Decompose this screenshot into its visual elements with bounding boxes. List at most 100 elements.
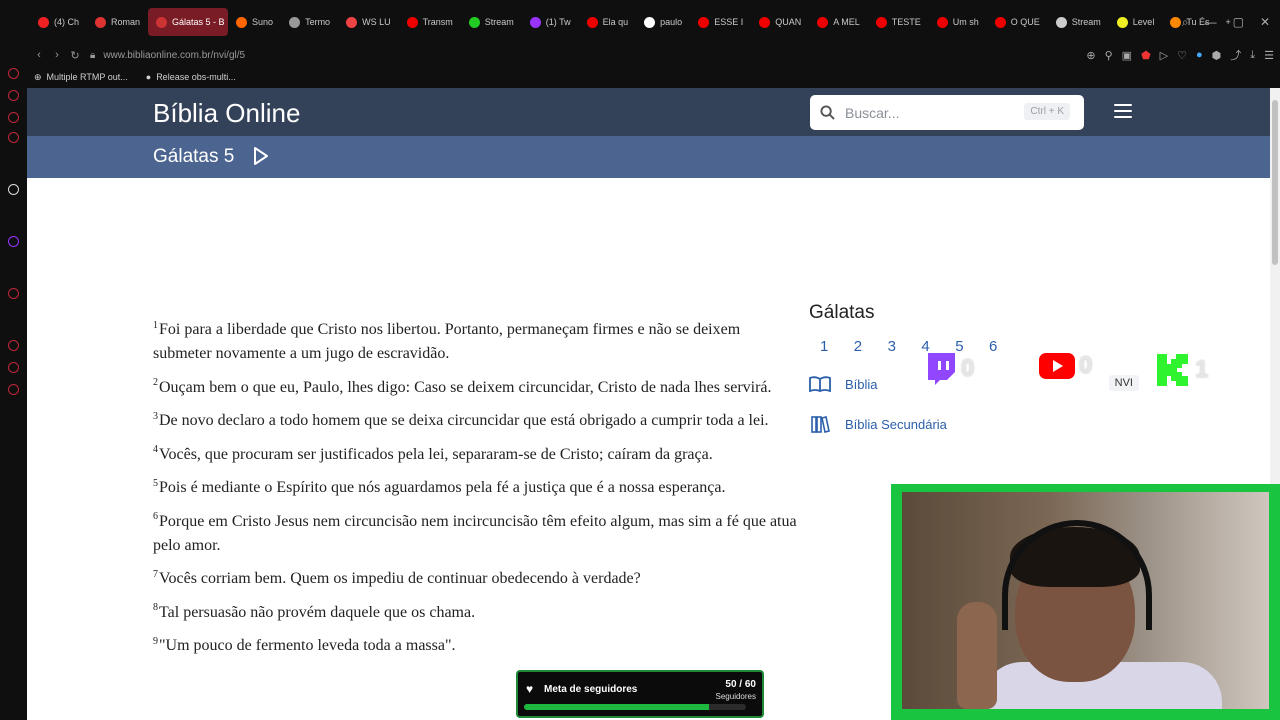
verse-number: 3 <box>153 410 158 422</box>
app-icon[interactable] <box>8 132 19 143</box>
chapter-link[interactable]: 1 <box>809 338 843 355</box>
browser-tab[interactable]: O QUE <box>987 8 1048 36</box>
webcam-frame <box>891 484 1280 720</box>
app-icon[interactable] <box>8 90 19 101</box>
browser-sidebar <box>0 66 27 720</box>
app-icon[interactable] <box>8 340 19 351</box>
browser-tab[interactable]: Stream <box>461 8 522 36</box>
verse[interactable]: 7Vocês corriam bem. Quem os impediu de c… <box>153 567 798 591</box>
search-input[interactable]: Buscar... Ctrl + K <box>810 95 1084 130</box>
browser-tab[interactable]: TESTE <box>868 8 929 36</box>
favicon-icon <box>95 16 107 28</box>
verse-number: 8 <box>153 602 158 614</box>
tab-label: Level <box>1132 17 1155 27</box>
favicon-icon <box>468 16 480 28</box>
play-audio-icon[interactable] <box>252 146 270 166</box>
pin-icon[interactable]: ⚲ <box>1105 49 1113 62</box>
browser-navbar: ‹ › ↻ 🔒︎ www.bibliaonline.com.br/nvi/gl/… <box>0 44 1280 66</box>
verse[interactable]: 8Tal persuasão não provém daquele que os… <box>153 601 798 625</box>
download-icon[interactable]: ⤓ <box>1250 49 1255 62</box>
verse[interactable]: 3De novo declaro a todo homem que se dei… <box>153 409 798 433</box>
secondary-bible-link[interactable]: Bíblia Secundária <box>809 413 1139 435</box>
extensions-icon[interactable]: ⬢ <box>1212 49 1222 62</box>
close-icon[interactable]: ✕ <box>1260 15 1270 29</box>
minimize-icon[interactable]: — <box>1205 15 1217 29</box>
browser-tab[interactable]: A MEL <box>809 8 868 36</box>
favicon-icon <box>156 16 168 28</box>
tab-label: WS LU <box>362 17 391 27</box>
back-icon[interactable]: ‹ <box>30 49 48 61</box>
app-icon[interactable] <box>8 184 19 195</box>
tab-label: (4) Ch <box>54 17 80 27</box>
heart-icon[interactable]: ♡ <box>1177 49 1187 62</box>
vpn-icon[interactable]: ● <box>1196 49 1203 61</box>
browser-tab[interactable]: Suno <box>228 8 281 36</box>
verse-number: 7 <box>153 568 158 580</box>
search-shortcut: Ctrl + K <box>1024 103 1070 120</box>
settings-icon[interactable] <box>8 384 19 395</box>
browser-tab[interactable]: Roman <box>87 8 148 36</box>
favicon-icon <box>236 16 248 28</box>
bookmark-item[interactable]: ● Release obs-multi... <box>146 72 236 82</box>
goal-progress-bar <box>524 704 746 710</box>
browser-tab[interactable]: Termo <box>281 8 338 36</box>
verse[interactable]: 1Foi para a liberdade que Cristo nos lib… <box>153 318 798 366</box>
browser-tab-bar: (4) Ch Roman Gálatas 5 - B Suno Termo WS LU Tr… <box>0 0 1280 44</box>
forward-icon[interactable]: › <box>48 49 66 61</box>
favicon-icon <box>759 16 771 28</box>
messenger-icon[interactable] <box>8 68 19 79</box>
tab-label: TESTE <box>891 17 921 27</box>
browser-tab[interactable]: Um sh <box>929 8 987 36</box>
browser-tab[interactable]: QUAN <box>751 8 809 36</box>
share-icon[interactable]: ⤴ <box>1230 47 1241 63</box>
verse-text: Porque em Cristo Jesus nem circuncisão n… <box>153 512 797 554</box>
browser-tab[interactable]: paulo <box>636 8 690 36</box>
browser-tab[interactable]: (4) Ch <box>30 8 87 36</box>
shield-icon[interactable]: ⬟ <box>1141 49 1151 62</box>
reload-icon[interactable]: ↻ <box>66 49 84 62</box>
scrollbar-thumb[interactable] <box>1272 100 1278 265</box>
snapshot-icon[interactable]: ▣ <box>1122 49 1132 62</box>
player-icon[interactable]: ▷ <box>1160 49 1168 62</box>
app-icon[interactable] <box>8 288 19 299</box>
verse-text: Foi para a liberdade que Cristo nos libe… <box>153 321 741 362</box>
browser-tab[interactable]: (1) Tw <box>522 8 579 36</box>
favicon-icon <box>644 16 656 28</box>
app-icon[interactable] <box>8 112 19 123</box>
tab-label: Roman <box>111 17 141 27</box>
goal-count: 50 / 60 <box>725 679 756 690</box>
verse[interactable]: 2Ouçam bem o que eu, Paulo, lhes digo: C… <box>153 376 798 400</box>
hamburger-menu-icon[interactable] <box>1114 104 1132 118</box>
kick-counter: 1 <box>1155 352 1208 388</box>
verse-number: 9 <box>153 635 158 647</box>
chapter-link[interactable]: 2 <box>843 338 877 355</box>
browser-tab[interactable]: Ela qu <box>579 8 637 36</box>
verse[interactable]: 6Porque em Cristo Jesus nem circuncisão … <box>153 510 798 558</box>
verse[interactable]: 4Vocês, que procuram ser justificados pe… <box>153 443 798 467</box>
verse-number: 6 <box>153 511 158 523</box>
favicon-icon <box>289 16 301 28</box>
address-bar[interactable]: 🔒︎ www.bibliaonline.com.br/nvi/gl/5 <box>90 50 245 61</box>
verse[interactable]: 5Pois é mediante o Espírito que nós agua… <box>153 476 798 500</box>
browser-tab[interactable]: Stream <box>1048 8 1109 36</box>
book-title: Gálatas <box>809 302 875 323</box>
site-title[interactable]: Bíblia Online <box>153 98 300 129</box>
search-tabs-icon[interactable]: ⌕ <box>1182 15 1189 30</box>
menu-icon[interactable]: ☰ <box>1264 49 1274 62</box>
verse[interactable]: 9"Um pouco de fermento leveda toda a mas… <box>153 634 798 658</box>
tab-label: Stream <box>484 17 514 27</box>
browser-tab[interactable]: Transm <box>399 8 461 36</box>
twitch-icon[interactable] <box>8 236 19 247</box>
browser-tab[interactable]: Level <box>1109 8 1163 36</box>
app-icon[interactable] <box>8 362 19 373</box>
zoom-icon[interactable]: ⊕ <box>1086 49 1095 62</box>
twitch-icon <box>928 353 955 385</box>
bookmark-item[interactable]: ⊕ Multiple RTMP out... <box>34 72 128 83</box>
verse-number: 1 <box>153 319 158 331</box>
browser-tab[interactable]: WS LU <box>338 8 399 36</box>
tab-active[interactable]: Gálatas 5 - B <box>148 8 229 36</box>
browser-tab[interactable]: ESSE I <box>690 8 751 36</box>
maximize-icon[interactable]: ▢ <box>1233 15 1244 29</box>
favicon-icon <box>817 16 829 28</box>
favicon-icon <box>1170 16 1182 28</box>
